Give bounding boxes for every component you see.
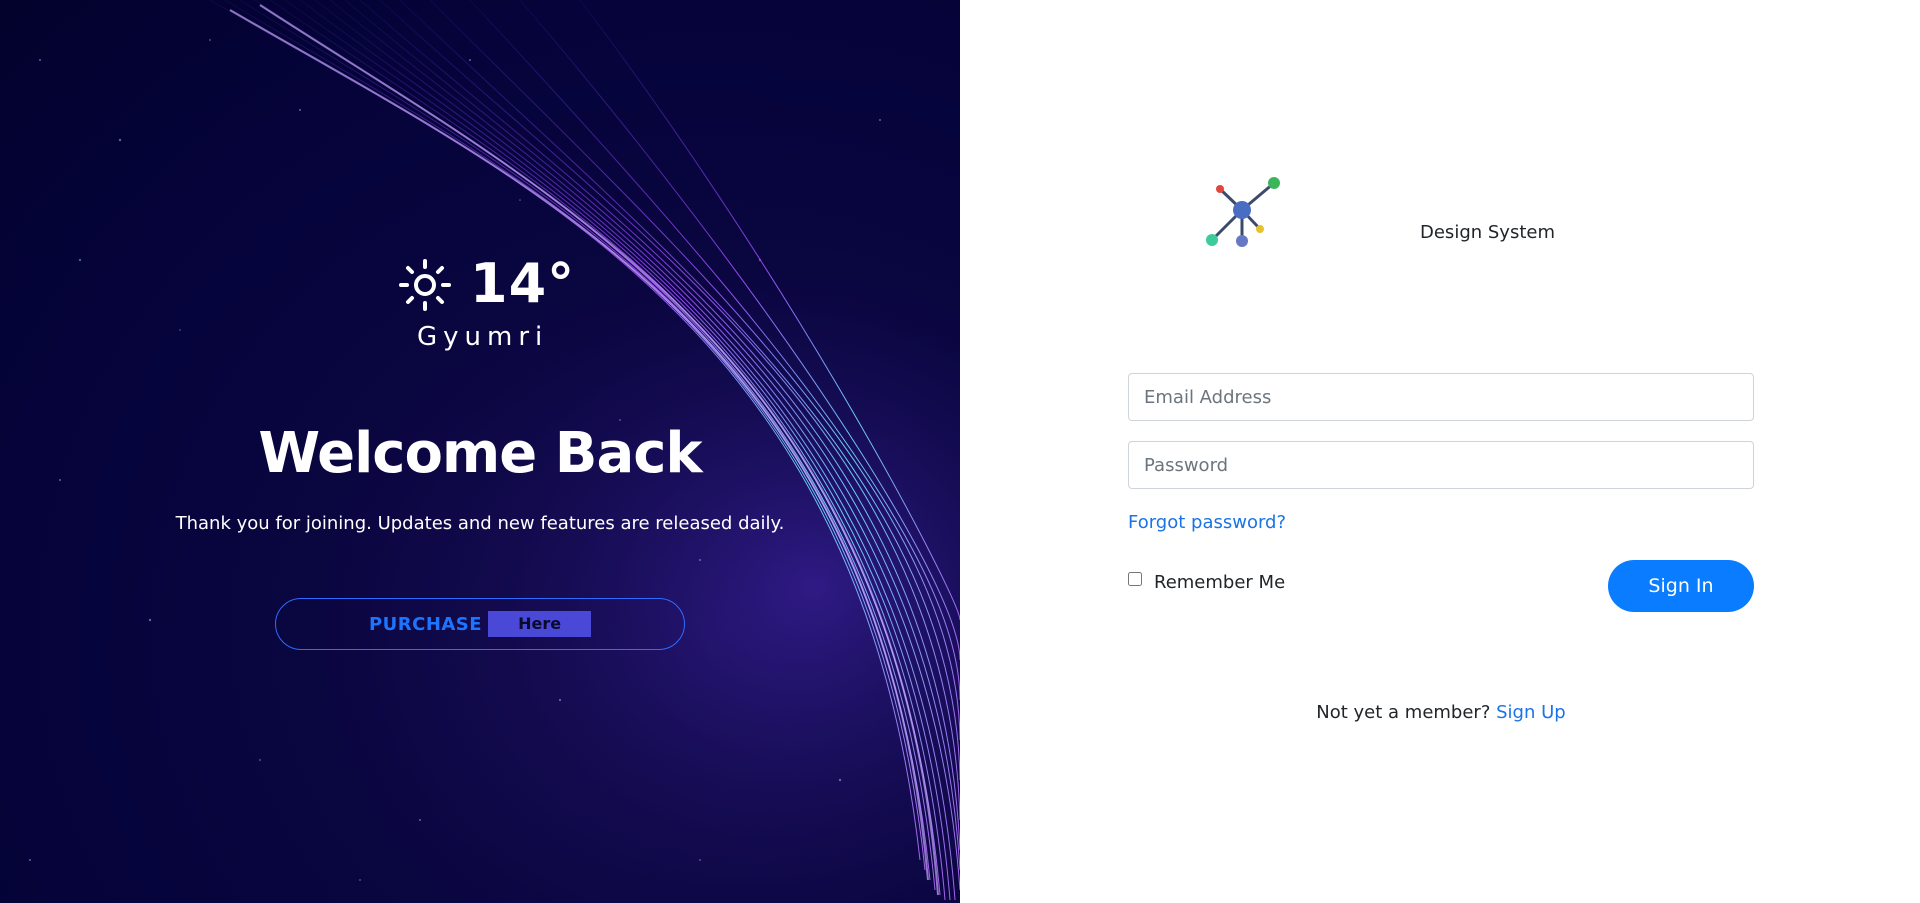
remember-me-label: Remember Me xyxy=(1154,572,1286,593)
remember-me[interactable]: Remember Me xyxy=(1128,571,1286,593)
signup-prompt-row: Not yet a member? Sign Up xyxy=(960,702,1920,723)
forgot-password-link[interactable]: Forgot password? xyxy=(1128,512,1286,533)
sun-icon xyxy=(399,259,451,311)
purchase-highlight: Here xyxy=(488,611,592,637)
welcome-subtitle: Thank you for joining. Updates and new f… xyxy=(175,513,785,534)
password-field[interactable] xyxy=(1128,441,1754,489)
remember-me-checkbox[interactable] xyxy=(1128,571,1142,586)
sign-in-button[interactable]: Sign In xyxy=(1608,560,1754,612)
hero-panel: 14° Gyumri Welcome Back Thank you for jo… xyxy=(0,0,960,903)
temperature: 14° xyxy=(470,252,576,315)
sign-up-link[interactable]: Sign Up xyxy=(1496,702,1566,723)
email-field[interactable] xyxy=(1128,373,1754,421)
welcome-title: Welcome Back xyxy=(258,421,702,486)
brand-name: Design System xyxy=(1420,222,1555,243)
weather-widget: 14° Gyumri xyxy=(398,252,574,364)
city-name: Gyumri xyxy=(417,322,549,352)
login-panel: Design System Forgot password? Remember … xyxy=(960,0,1920,903)
purchase-button[interactable]: PURCHASE Here xyxy=(275,598,685,650)
purchase-label: PURCHASE xyxy=(368,613,483,635)
login-page: 14° Gyumri Welcome Back Thank you for jo… xyxy=(0,0,1920,903)
network-logo-icon xyxy=(1206,177,1280,247)
signup-prompt: Not yet a member? xyxy=(1316,702,1491,723)
